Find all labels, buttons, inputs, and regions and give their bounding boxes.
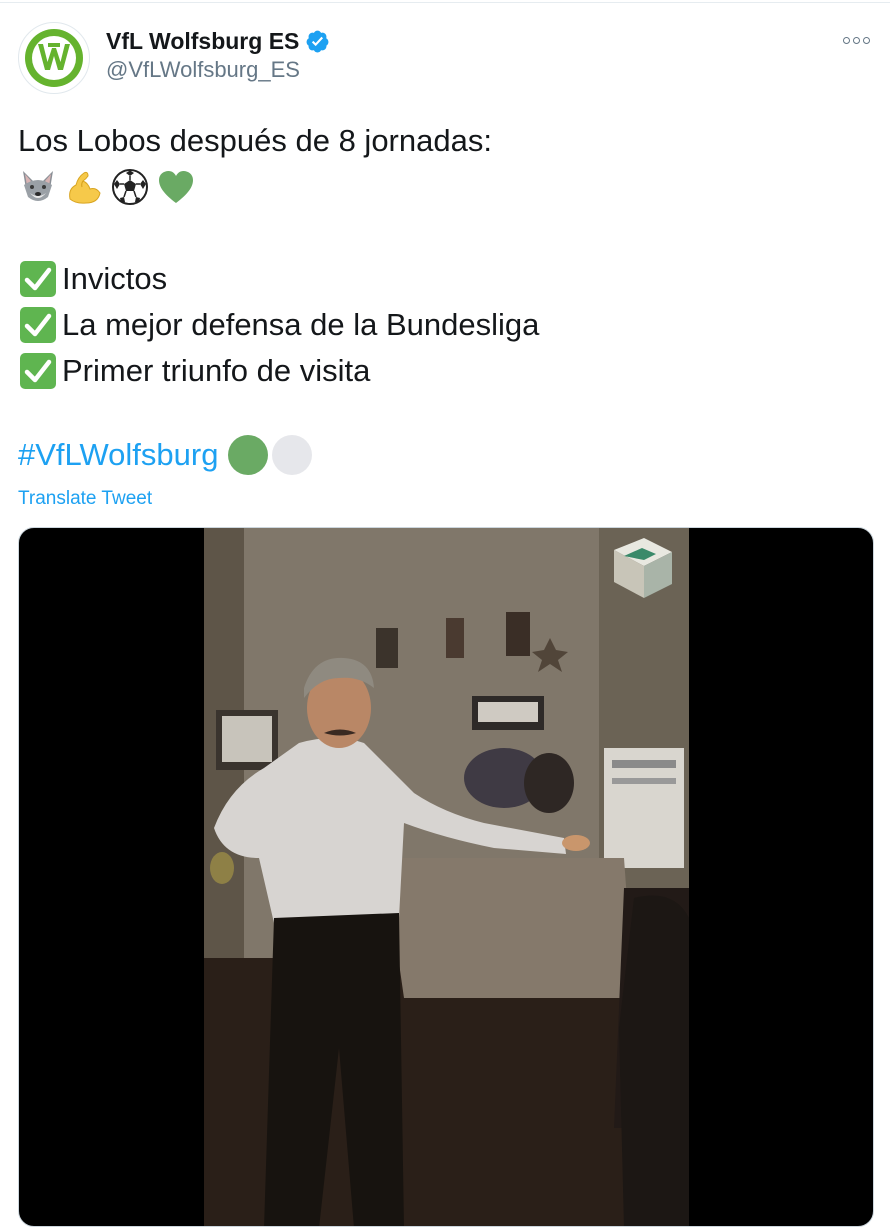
tweet-line-text: Primer triunfo de visita <box>62 353 371 388</box>
hashtag-link[interactable]: #VfLWolfsburg <box>18 437 218 473</box>
soccer-ball-icon <box>112 169 148 205</box>
check-mark-icon <box>20 353 56 389</box>
tweet-line: Primer triunfo de visita <box>18 348 868 394</box>
tweet-line: Invictos <box>18 256 868 302</box>
video-player[interactable] <box>18 527 874 1227</box>
avatar[interactable] <box>18 22 90 94</box>
check-mark-icon <box>20 261 56 297</box>
video-still-image <box>204 528 689 1226</box>
translate-tweet-link[interactable]: Translate Tweet <box>18 488 152 510</box>
tweet-line: La mejor defensa de la Bundesliga <box>18 302 868 348</box>
white-circle-icon <box>272 435 313 475</box>
tweet: VfL Wolfsburg ES @VfLWolfsburg_ES Los Lo… <box>0 0 890 1227</box>
tweet-text: Los Lobos después de 8 jornadas: Invicto… <box>18 118 868 394</box>
video-frame <box>204 528 689 1226</box>
wolfsburg-logo-icon <box>25 29 83 87</box>
tweet-line-text: Invictos <box>62 261 168 296</box>
author-handle[interactable]: @VfLWolfsburg_ES <box>106 57 300 83</box>
flexed-biceps-icon <box>69 171 101 204</box>
author-name-row: VfL Wolfsburg ES <box>106 26 330 56</box>
tweet-line: Los Lobos después de 8 jornadas: <box>18 123 492 158</box>
more-options-icon[interactable] <box>836 22 876 58</box>
green-circle-icon <box>228 435 269 475</box>
verified-badge-icon <box>306 30 329 52</box>
check-mark-icon <box>20 307 56 343</box>
wolf-icon <box>23 171 53 201</box>
green-heart-icon <box>159 171 193 203</box>
hashtag-row: #VfLWolfsburg <box>18 432 313 478</box>
tweet-line-text: La mejor defensa de la Bundesliga <box>62 307 540 342</box>
emoji-row <box>18 164 868 210</box>
display-name[interactable]: VfL Wolfsburg ES <box>106 28 299 55</box>
